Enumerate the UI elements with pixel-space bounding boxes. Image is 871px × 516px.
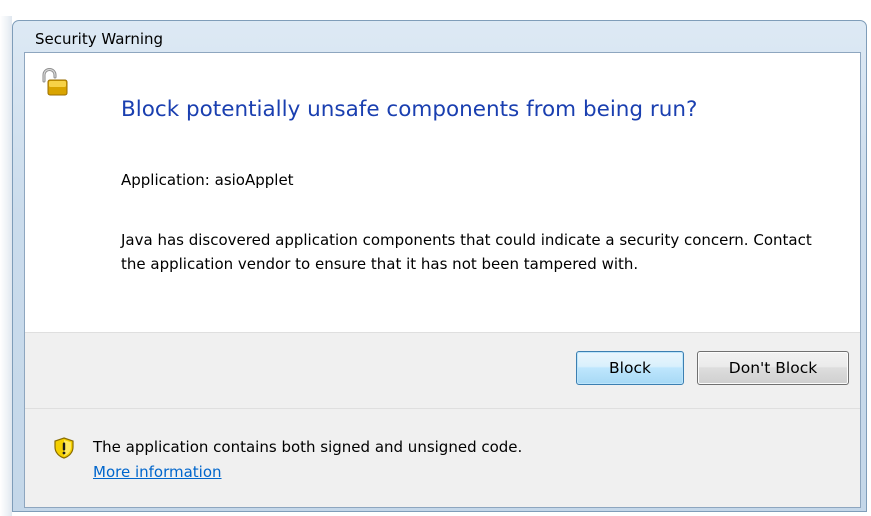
block-button[interactable]: Block	[576, 351, 684, 385]
signed-unsigned-notice: The application contains both signed and…	[93, 438, 523, 456]
button-bar: Block Don't Block	[25, 333, 860, 408]
more-information-link[interactable]: More information	[93, 463, 222, 481]
dialog-client-area: Block potentially unsafe components from…	[24, 52, 861, 508]
message-panel: Block potentially unsafe components from…	[25, 53, 860, 332]
warning-description: Java has discovered application componen…	[121, 231, 812, 273]
window-title: Security Warning	[35, 30, 164, 48]
dialog-heading: Block potentially unsafe components from…	[121, 97, 698, 122]
background-edge	[0, 16, 12, 516]
footer-panel: The application contains both signed and…	[25, 409, 860, 507]
warning-shield-icon	[53, 437, 75, 459]
dont-block-button[interactable]: Don't Block	[697, 351, 849, 385]
application-name: Application: asioApplet	[121, 171, 294, 189]
unlocked-padlock-icon	[39, 67, 69, 97]
